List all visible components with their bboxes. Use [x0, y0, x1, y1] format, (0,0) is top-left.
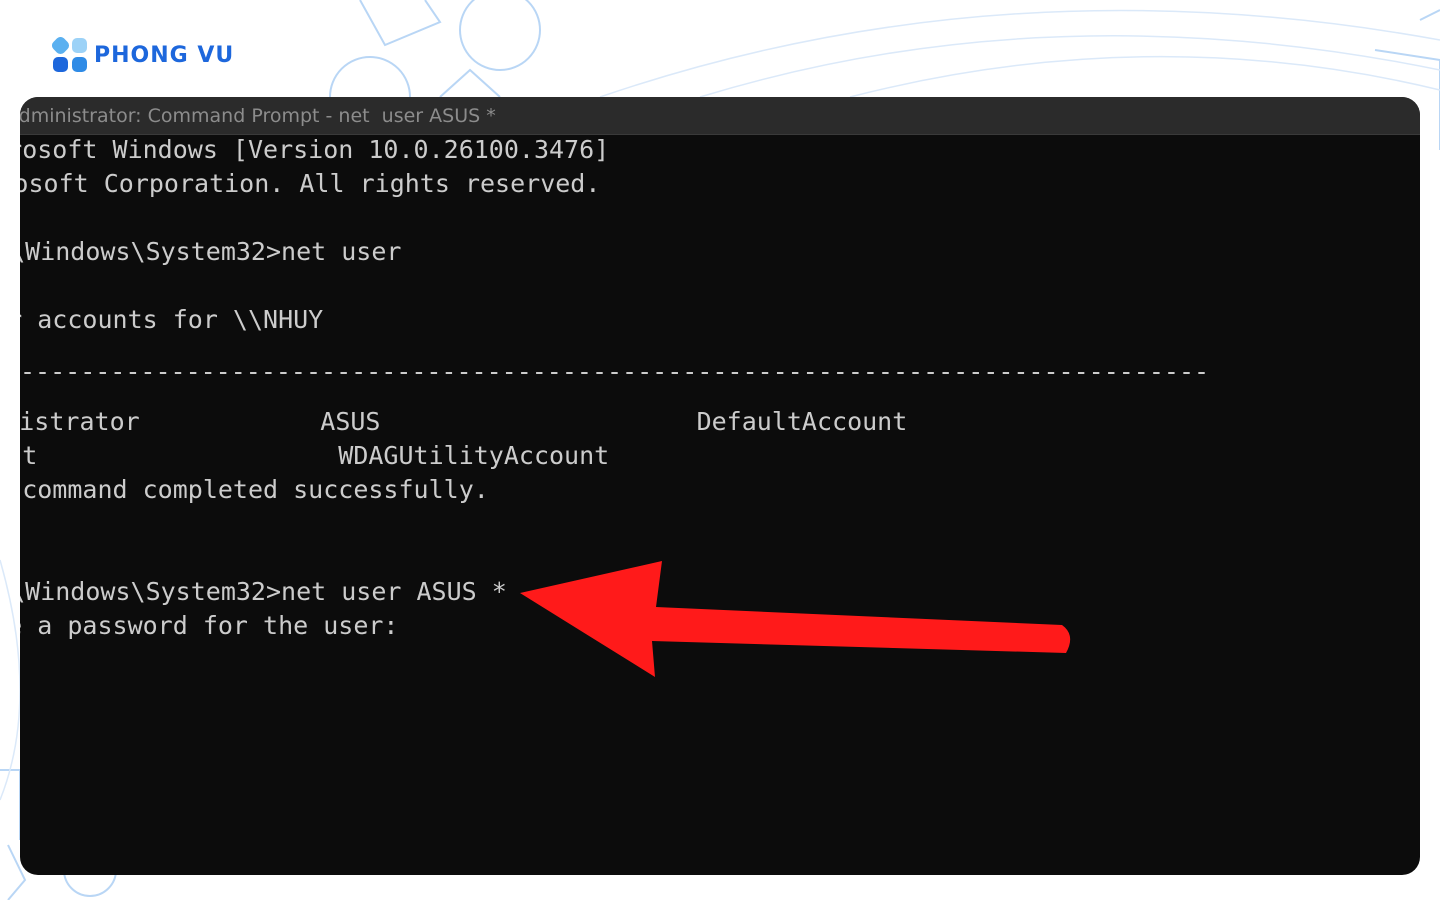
page: PHONG VU Administrator: Command Prompt -…: [0, 0, 1440, 900]
brand-logo-icon: [52, 37, 87, 72]
brand-logo: PHONG VU: [52, 37, 234, 73]
brand-name: PHONG VU: [94, 42, 235, 68]
command-prompt-window[interactable]: Administrator: Command Prompt - net user…: [20, 97, 1420, 875]
arrow-left-icon: [520, 561, 1071, 677]
